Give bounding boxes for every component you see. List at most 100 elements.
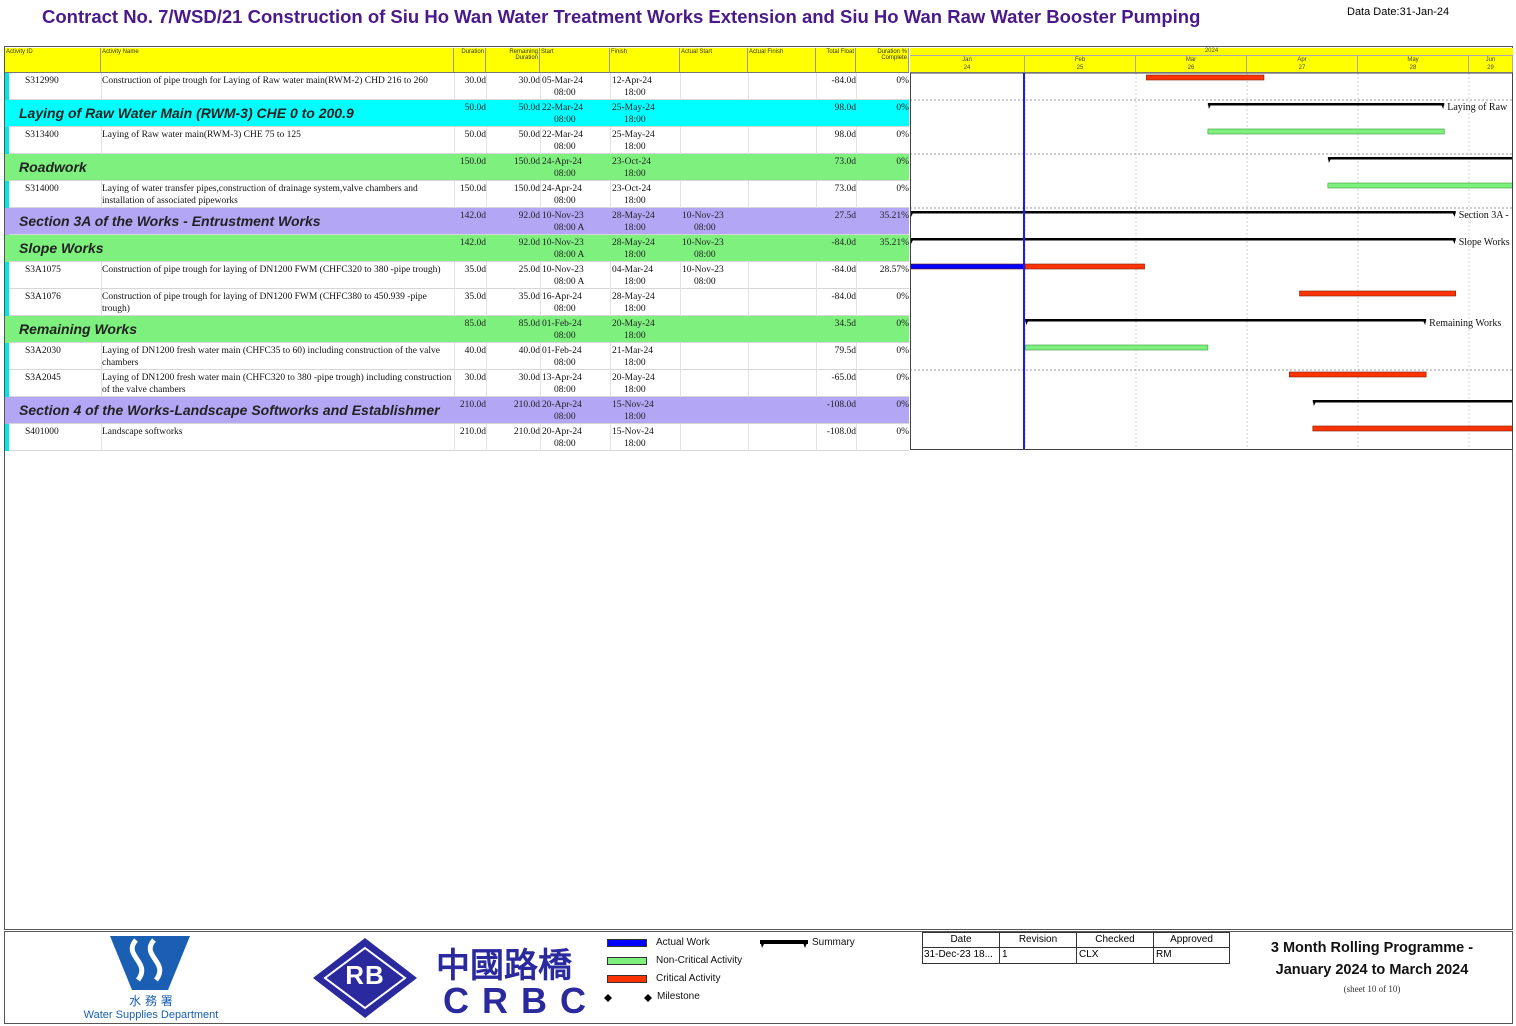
cell-time: 18:00: [624, 385, 646, 395]
cell-start: 10-Nov-23 08:00 A: [542, 262, 610, 289]
cell-dur: 35.0d: [464, 265, 486, 275]
activity-row[interactable]: S313400 Laying of Raw water main(RWM-3) C…: [5, 127, 909, 154]
critical-bar[interactable]: [1288, 371, 1427, 378]
cell-time: 18:00: [624, 304, 646, 314]
summary-bar[interactable]: [910, 238, 1456, 244]
legend-milestone-label: Milestone: [657, 991, 700, 1002]
legend-summary-icon: [760, 940, 808, 948]
col-start[interactable]: Start: [540, 48, 610, 72]
cell-dur: 210.0d: [459, 427, 486, 437]
cell-start: 13-Apr-24 08:00: [542, 370, 610, 397]
activity-row[interactable]: S312990 Construction of pipe trough for L…: [5, 73, 909, 100]
cell-dur: 150.0d: [459, 157, 486, 167]
cell-time: 18:00: [624, 439, 646, 449]
critical-bar[interactable]: [1312, 425, 1513, 432]
summary-bar-label: Slope Works: [1459, 237, 1510, 248]
cell-date: 16-Apr-24: [542, 292, 582, 302]
wbs-group-row[interactable]: Section 3A of the Works - Entrustment Wo…: [5, 208, 909, 235]
cell-astart: [682, 424, 748, 451]
cell-dur: 50.0d: [464, 130, 486, 140]
cell-time: 08:00: [554, 412, 576, 422]
wbs-group-row[interactable]: Slope Works 142.0d 92.0d 10-Nov-23 08:00 A 28…: [5, 235, 909, 262]
activity-row[interactable]: S3A1075 Construction of pipe trough for l…: [5, 262, 909, 289]
cell-time: 18:00: [624, 88, 646, 98]
col-activity-name[interactable]: Activity Name: [101, 48, 454, 72]
wbs-group-row[interactable]: Section 4 of the Works-Landscape Softwor…: [5, 397, 909, 424]
noncritical-bar[interactable]: [1024, 344, 1209, 351]
gantt-chart: Laying of Raw Section 3A - Slope Works Rema…: [910, 73, 1513, 450]
cell-tf: 73.0d: [834, 184, 856, 194]
cell-pct: 0%: [896, 400, 909, 410]
col-actual-start[interactable]: Actual Start: [680, 48, 748, 72]
critical-bar[interactable]: [1024, 263, 1145, 270]
noncritical-bar[interactable]: [1207, 128, 1445, 135]
cell-astart: 10-Nov-23 08:00: [682, 208, 748, 235]
row-indent-bar: [5, 127, 9, 154]
crbc-logo-text: RB: [345, 960, 385, 990]
grid-line: [748, 181, 749, 208]
activity-row[interactable]: S3A2030 Laying of DN1200 fresh water main…: [5, 343, 909, 370]
cell-pct: 0%: [896, 130, 909, 140]
cell-time: 08:00: [554, 196, 576, 206]
col-duration-pct[interactable]: Duration % Complete: [856, 48, 909, 72]
cell-date: 10-Nov-23: [682, 265, 724, 275]
cell-time: 08:00: [554, 331, 576, 341]
cell-date: 28-May-24: [612, 211, 655, 221]
wbs-group-row[interactable]: Remaining Works 85.0d 85.0d 01-Feb-24 08:00 2…: [5, 316, 909, 343]
cell-name: Laying of Raw Water Main (RWM-3) CHE 0 t…: [19, 105, 354, 121]
summary-bar[interactable]: [910, 211, 1456, 217]
cell-tf: 79.5d: [834, 346, 856, 356]
cell-time: 08:00 A: [554, 223, 585, 233]
cell-finish: 23-Oct-24 18:00: [612, 181, 680, 208]
row-indent-bar: [5, 181, 9, 208]
summary-bar[interactable]: [1312, 400, 1513, 406]
cell-rem: 50.0d: [518, 103, 540, 113]
cell-time: 18:00: [624, 169, 646, 179]
noncritical-bar[interactable]: [1327, 182, 1513, 189]
grid-line: [610, 262, 611, 289]
cell-tf: 34.5d: [834, 319, 856, 329]
cell-time: 08:00: [694, 250, 716, 260]
cell-time: 18:00: [624, 223, 646, 233]
col-total-float[interactable]: Total Float: [816, 48, 856, 72]
cell-date: 23-Oct-24: [612, 184, 652, 194]
cell-start: 01-Feb-24 08:00: [542, 316, 610, 343]
col-activity-id[interactable]: Activity ID: [5, 48, 101, 72]
cell-date: 22-Mar-24: [542, 130, 583, 140]
critical-bar[interactable]: [1146, 74, 1265, 81]
cell-dur: 85.0d: [464, 319, 486, 329]
summary-bar-label: Section 3A -: [1459, 210, 1509, 221]
summary-bar[interactable]: [1327, 157, 1513, 163]
cell-tf: -84.0d: [831, 238, 856, 248]
critical-bar[interactable]: [1299, 290, 1457, 297]
activity-row[interactable]: S314000 Laying of water transfer pipes,co…: [5, 181, 909, 208]
wbs-group-row[interactable]: Roadwork 150.0d 150.0d 24-Apr-24 08:00 23-Oct…: [5, 154, 909, 181]
activity-row[interactable]: S3A2045 Laying of DN1200 fresh water main…: [5, 370, 909, 397]
summary-bar[interactable]: [1025, 319, 1427, 325]
cell-rem: 92.0d: [518, 211, 540, 221]
grid-line: [610, 127, 611, 154]
cell-name: Construction of pipe trough for laying o…: [102, 292, 427, 314]
cell-rem: 25.0d: [518, 265, 540, 275]
col-remaining-duration[interactable]: Remaining Duration: [486, 48, 540, 72]
summary-bar[interactable]: [1207, 103, 1445, 109]
cell-tf: -108.0d: [826, 400, 856, 410]
actual-bar[interactable]: [910, 263, 1026, 270]
cell-finish: 20-May-24 18:00: [612, 316, 680, 343]
cell-time: 18:00: [624, 412, 646, 422]
timescale-day: 26: [1136, 64, 1247, 72]
col-actual-finish[interactable]: Actual Finish: [748, 48, 816, 72]
wbs-group-row[interactable]: Laying of Raw Water Main (RWM-3) CHE 0 t…: [5, 100, 909, 127]
col-finish[interactable]: Finish: [610, 48, 680, 72]
cell-astart: [682, 181, 748, 208]
cell-pct: 0%: [896, 76, 909, 86]
col-duration[interactable]: Duration: [454, 48, 486, 72]
rev-header-checked: Checked: [1077, 933, 1154, 948]
cell-astart: [682, 343, 748, 370]
activity-row[interactable]: S401000 Landscape softworks 210.0d 210.0d 20…: [5, 424, 909, 451]
cell-dur: 150.0d: [459, 184, 486, 194]
cell-date: 12-Apr-24: [612, 76, 652, 86]
cell-pct: 28.57%: [879, 265, 909, 275]
activity-row[interactable]: S3A1076 Construction of pipe trough for l…: [5, 289, 909, 316]
cell-rem: 50.0d: [518, 130, 540, 140]
